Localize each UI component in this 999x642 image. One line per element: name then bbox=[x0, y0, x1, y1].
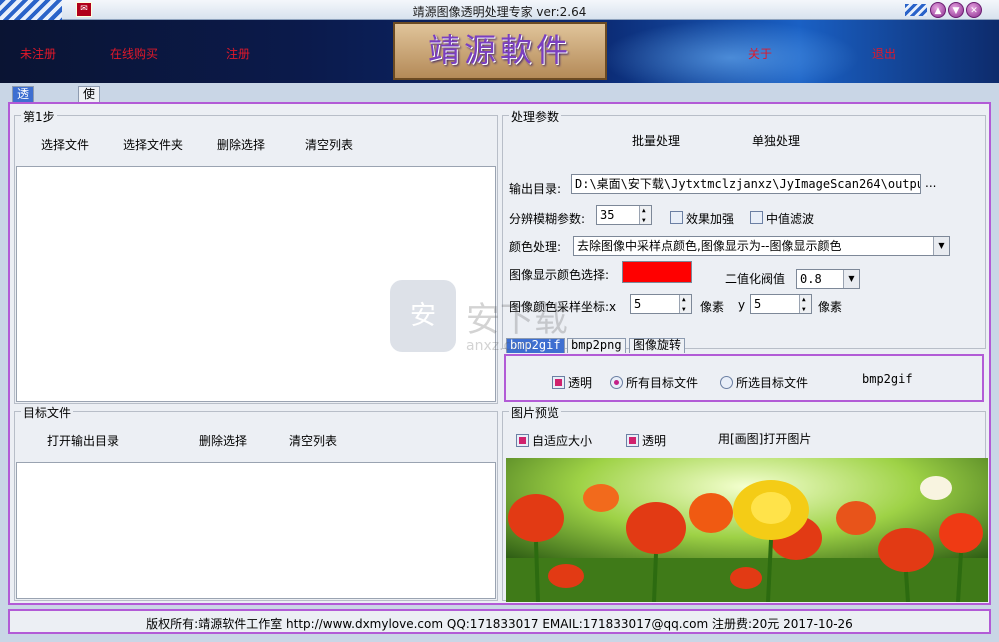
autofit-checkbox[interactable] bbox=[516, 434, 529, 447]
about-link[interactable]: 关于 bbox=[748, 45, 772, 62]
main-panel: 第1步 选择文件 选择文件夹 删除选择 清空列表 目标文件 打开输出目录 删除选… bbox=[8, 102, 991, 605]
step1-label: 第1步 bbox=[21, 108, 57, 125]
tab-bmp2gif[interactable]: bmp2gif bbox=[506, 338, 565, 353]
preview-transparent-label: 透明 bbox=[642, 434, 667, 448]
open-output-dir-button[interactable]: 打开输出目录 bbox=[47, 432, 119, 449]
tab-instructions[interactable]: 使用说明 bbox=[78, 86, 101, 143]
effect-label: 效果加强 bbox=[686, 212, 735, 226]
select-file-button[interactable]: 选择文件 bbox=[41, 136, 89, 153]
gif-transparent-checkbox[interactable] bbox=[552, 376, 565, 389]
clear-list-button[interactable]: 清空列表 bbox=[305, 136, 353, 153]
minimize-icon[interactable]: ▲ bbox=[930, 2, 946, 18]
spin-arrows-icon[interactable] bbox=[799, 295, 811, 313]
sample-x-value: 5 bbox=[634, 297, 642, 311]
unregistered-link[interactable]: 未注册 bbox=[20, 45, 56, 62]
delete-selection-button[interactable]: 删除选择 bbox=[217, 136, 265, 153]
resolution-label: 分辨模糊参数: bbox=[509, 212, 586, 226]
maximize-icon[interactable]: ▼ bbox=[948, 2, 964, 18]
sample-coord-label: 图像颜色采样坐标:x bbox=[509, 300, 617, 314]
tab-bmp2png[interactable]: bmp2png bbox=[567, 338, 626, 353]
step1-group: 第1步 选择文件 选择文件夹 删除选择 清空列表 bbox=[14, 108, 498, 404]
color-proc-select[interactable]: 去除图像中采样点颜色,图像显示为--图像显示颜色 ▼ bbox=[573, 236, 950, 256]
selected-files-radio[interactable] bbox=[720, 376, 733, 389]
close-icon[interactable]: ✕ bbox=[966, 2, 982, 18]
flower-picture bbox=[506, 458, 988, 602]
open-in-paint-button[interactable]: 用[画图]打开图片 bbox=[718, 430, 811, 447]
window-title: 靖源图像透明处理专家 ver:2.64 bbox=[412, 5, 587, 19]
source-file-list[interactable] bbox=[16, 166, 496, 402]
sample-y-value: 5 bbox=[754, 297, 762, 311]
preview-label: 图片预览 bbox=[509, 404, 562, 421]
display-color-swatch[interactable] bbox=[622, 261, 692, 283]
target-file-list[interactable] bbox=[16, 462, 496, 599]
median-label: 中值滤波 bbox=[766, 212, 815, 226]
select-folder-button[interactable]: 选择文件夹 bbox=[123, 136, 183, 153]
bmp2gif-button[interactable]: bmp2gif bbox=[862, 372, 913, 386]
delete-target-selection-button[interactable]: 删除选择 bbox=[199, 432, 247, 449]
spin-arrows-icon[interactable] bbox=[679, 295, 691, 313]
output-dir-field[interactable]: D:\桌面\安下载\Jytxtmclzjanxz\JyImageScan264\… bbox=[571, 174, 921, 194]
all-files-radio[interactable] bbox=[610, 376, 623, 389]
all-files-label: 所有目标文件 bbox=[626, 376, 699, 390]
chevron-down-icon[interactable]: ▼ bbox=[933, 237, 949, 255]
spin-arrows-icon[interactable] bbox=[639, 206, 651, 224]
banner: 未注册 在线购买 注册 靖源軟件 关于 退出 bbox=[0, 20, 999, 83]
autofit-label: 自适应大小 bbox=[532, 434, 593, 448]
exit-link[interactable]: 退出 bbox=[872, 45, 896, 62]
status-bar: 版权所有:靖源软件工作室 http://www.dxmylove.com QQ:… bbox=[8, 609, 991, 634]
tab-transparency[interactable]: 透明处理 bbox=[12, 86, 35, 143]
target-label: 目标文件 bbox=[21, 404, 74, 421]
register-link[interactable]: 注册 bbox=[226, 45, 250, 62]
threshold-select[interactable]: 0.8 ▼ bbox=[796, 269, 860, 289]
single-mode-button[interactable]: 单独处理 bbox=[752, 132, 800, 149]
title-bar: ✉ 靖源图像透明处理专家 ver:2.64 ▲ ▼ ✕ bbox=[0, 0, 999, 20]
color-proc-value: 去除图像中采样点颜色,图像显示为--图像显示颜色 bbox=[577, 239, 842, 253]
titlebar-decor-right bbox=[905, 4, 927, 16]
clear-target-list-button[interactable]: 清空列表 bbox=[289, 432, 337, 449]
gif-transparent-label: 透明 bbox=[568, 376, 593, 390]
output-dir-label: 输出目录: bbox=[509, 182, 562, 196]
color-proc-label: 颜色处理: bbox=[509, 240, 562, 254]
pixel-unit-label-y: 像素 bbox=[818, 300, 843, 314]
browse-button[interactable]: ... bbox=[925, 176, 936, 190]
preview-transparent-checkbox[interactable] bbox=[626, 434, 639, 447]
params-label: 处理参数 bbox=[509, 108, 562, 125]
y-label: y bbox=[738, 298, 746, 312]
resolution-stepper[interactable]: 35 bbox=[596, 205, 652, 225]
batch-mode-button[interactable]: 批量处理 bbox=[632, 132, 680, 149]
sample-y-stepper[interactable]: 5 bbox=[750, 294, 812, 314]
target-group: 目标文件 打开输出目录 删除选择 清空列表 bbox=[14, 404, 498, 601]
brand-logo: 靖源軟件 bbox=[393, 22, 607, 80]
threshold-value: 0.8 bbox=[800, 272, 822, 286]
median-checkbox[interactable] bbox=[750, 211, 763, 224]
pixel-unit-label: 像素 bbox=[700, 300, 725, 314]
preview-image bbox=[506, 458, 988, 602]
sample-x-stepper[interactable]: 5 bbox=[630, 294, 692, 314]
chevron-down-icon[interactable]: ▼ bbox=[843, 270, 859, 288]
effect-checkbox[interactable] bbox=[670, 211, 683, 224]
threshold-label: 二值化阀值 bbox=[725, 272, 786, 286]
copyright-text: 版权所有:靖源软件工作室 http://www.dxmylove.com QQ:… bbox=[146, 617, 853, 631]
bmp2gif-panel: 透明 所有目标文件 所选目标文件 bmp2gif bbox=[504, 354, 984, 402]
tab-rotate[interactable]: 图像旋转 bbox=[629, 338, 686, 353]
display-color-label: 图像显示颜色选择: bbox=[509, 268, 610, 282]
buy-online-link[interactable]: 在线购买 bbox=[110, 45, 158, 62]
resolution-value: 35 bbox=[600, 208, 615, 222]
selected-files-label: 所选目标文件 bbox=[736, 376, 809, 390]
